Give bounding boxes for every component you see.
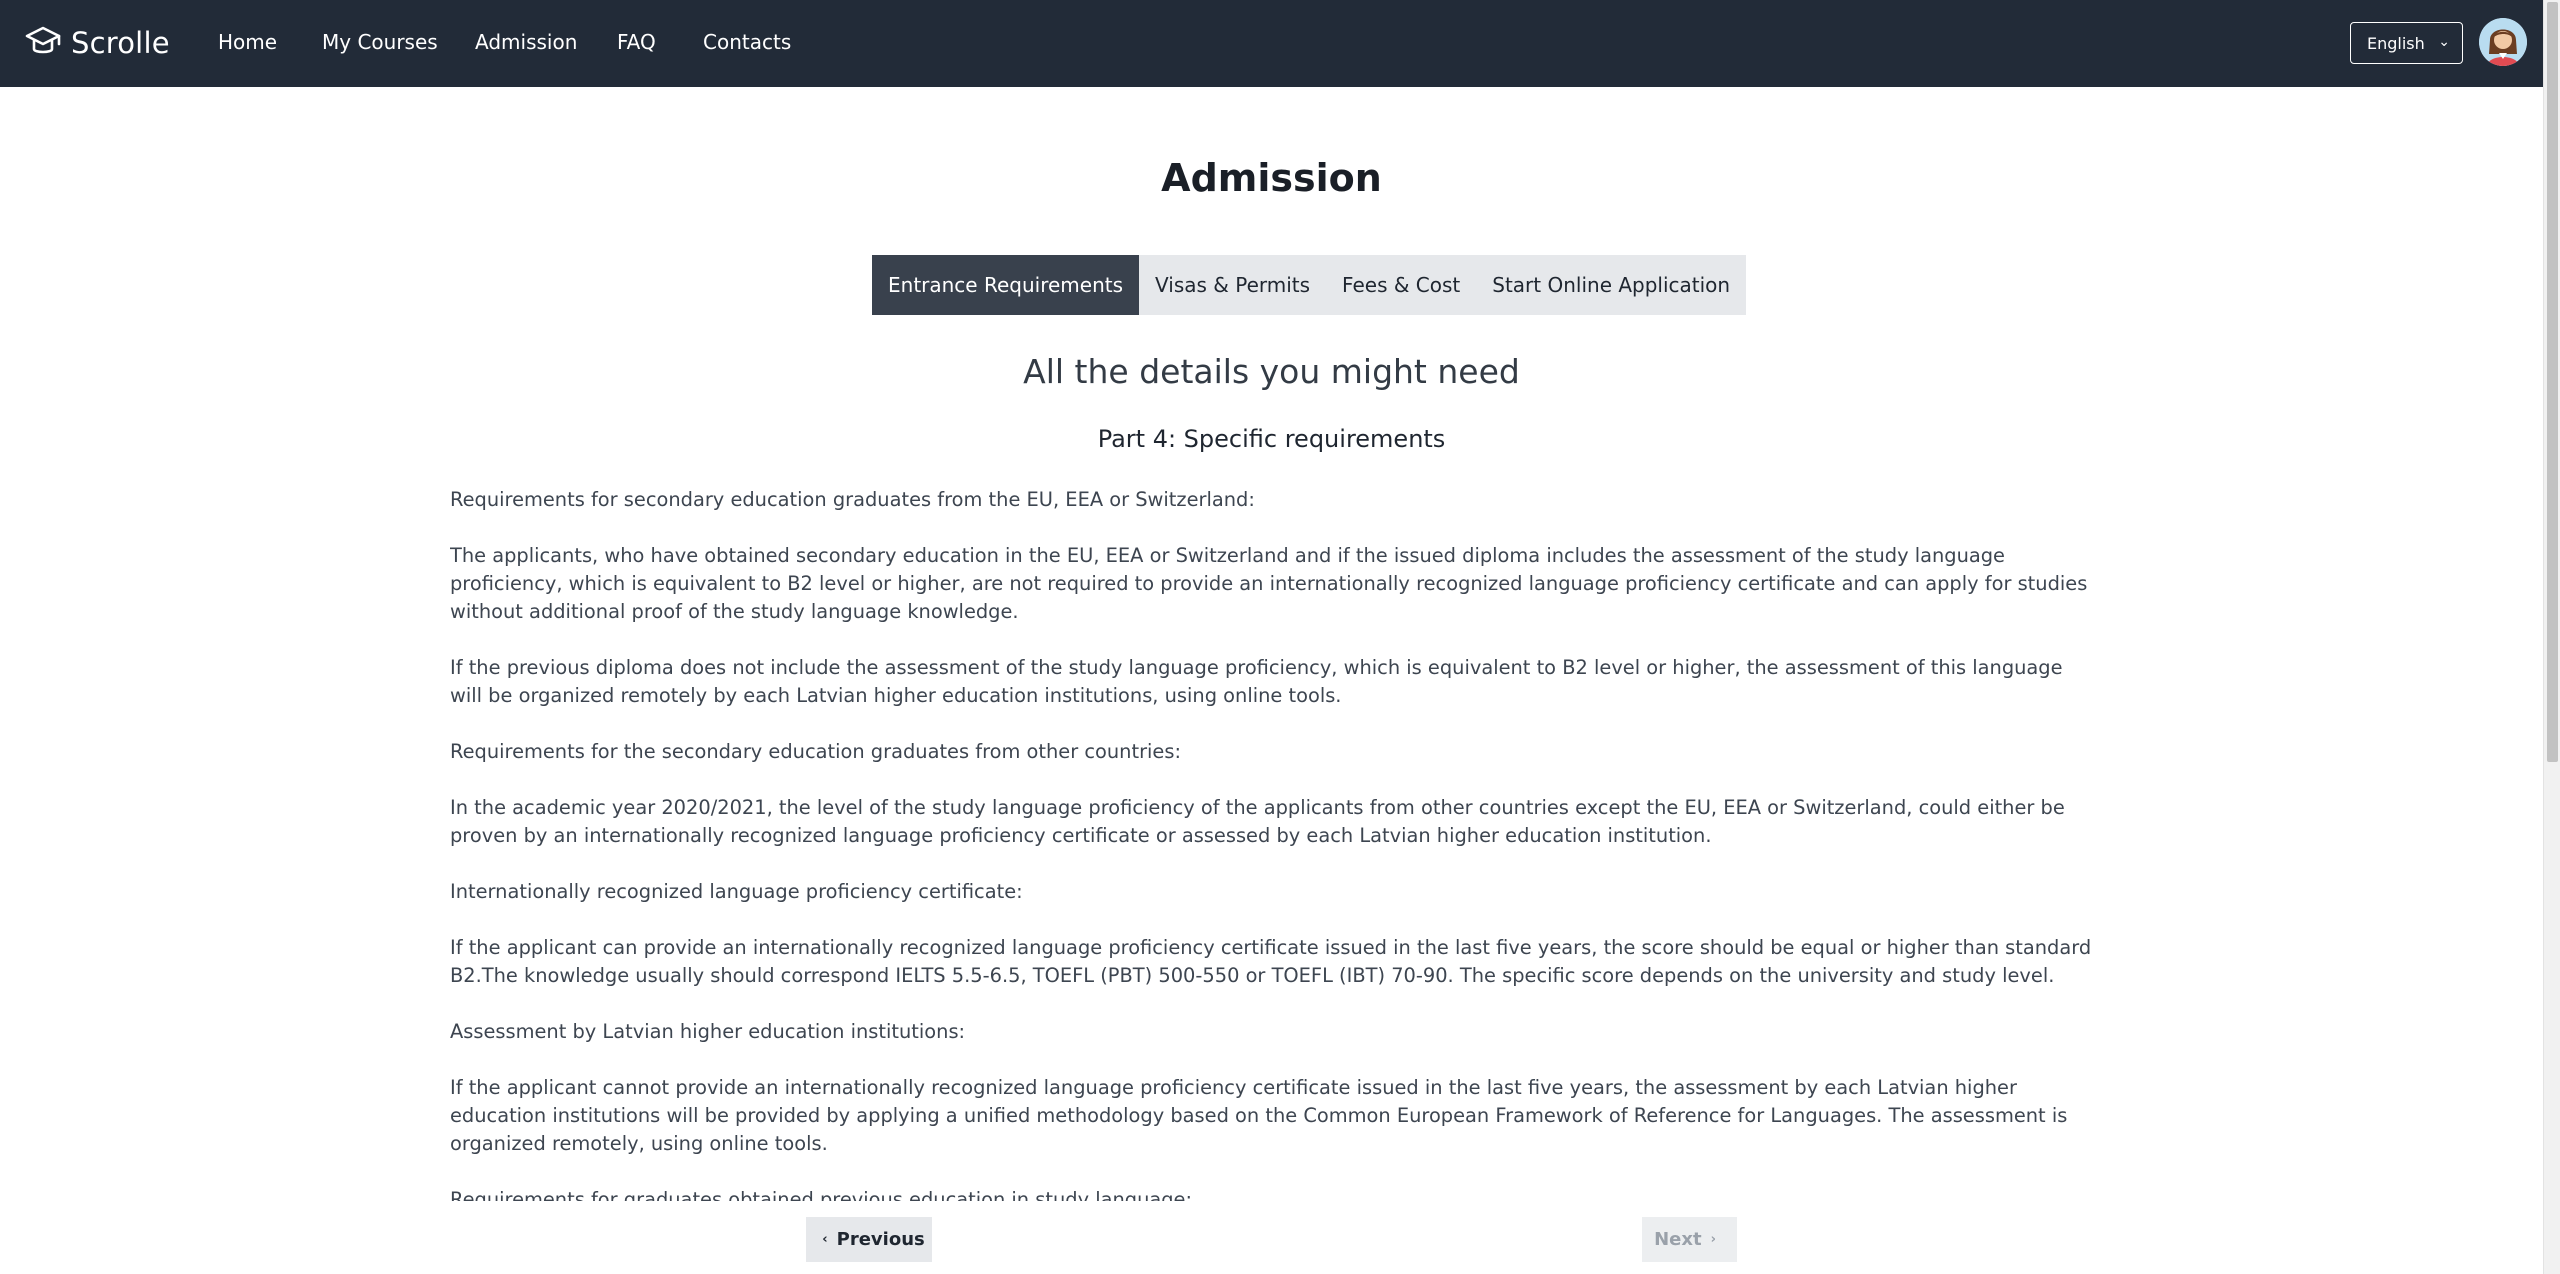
page-title: Admission xyxy=(1161,156,1382,200)
nav-home[interactable]: Home xyxy=(218,30,277,54)
paragraph: Internationally recognized language prof… xyxy=(450,880,1023,903)
user-avatar[interactable] xyxy=(2479,18,2527,66)
paragraph: In the academic year 2020/2021, the leve… xyxy=(450,796,2065,847)
brand-name: Scrolle xyxy=(71,26,170,60)
requirements-content: Requirements for secondary education gra… xyxy=(450,486,2095,1201)
section-subtitle: All the details you might need xyxy=(1023,352,1520,391)
next-button[interactable]: Next › xyxy=(1642,1217,1737,1262)
brand-logo[interactable]: Scrolle xyxy=(24,22,170,64)
paragraph: Requirements for graduates obtained prev… xyxy=(450,1188,1193,1201)
chevron-right-icon: › xyxy=(1710,1232,1716,1247)
nav-admission[interactable]: Admission xyxy=(475,30,577,54)
previous-label: Previous xyxy=(836,1229,925,1250)
previous-button[interactable]: ‹ Previous xyxy=(806,1217,932,1262)
tab-start-online-application[interactable]: Start Online Application xyxy=(1476,255,1746,315)
graduation-cap-icon xyxy=(24,22,62,64)
paragraph: Requirements for the secondary education… xyxy=(450,740,1181,763)
page-scrollbar[interactable] xyxy=(2543,0,2560,1274)
next-label: Next xyxy=(1654,1229,1702,1250)
nav-faq[interactable]: FAQ xyxy=(617,30,656,54)
language-select[interactable]: English ⌄ xyxy=(2350,22,2463,64)
paragraph: If the applicant cannot provide an inter… xyxy=(450,1076,2068,1155)
admission-tabs: Entrance Requirements Visas & Permits Fe… xyxy=(872,255,1747,315)
paragraph: Assessment by Latvian higher education i… xyxy=(450,1020,966,1043)
part-title: Part 4: Specific requirements xyxy=(1097,425,1446,453)
chevron-down-icon: ⌄ xyxy=(2438,34,2450,50)
paragraph: The applicants, who have obtained second… xyxy=(450,544,2088,623)
paragraph: If the previous diploma does not include… xyxy=(450,656,2063,707)
top-navigation-bar: Scrolle Home My Courses Admission FAQ Co… xyxy=(0,0,2543,87)
language-value: English xyxy=(2367,33,2425,53)
tab-visas-permits[interactable]: Visas & Permits xyxy=(1139,255,1326,315)
tab-entrance-requirements[interactable]: Entrance Requirements xyxy=(872,255,1140,315)
nav-contacts[interactable]: Contacts xyxy=(703,30,791,54)
paragraph: If the applicant can provide an internat… xyxy=(450,936,2092,987)
chevron-left-icon: ‹ xyxy=(822,1232,828,1247)
paragraph: Requirements for secondary education gra… xyxy=(450,488,1255,511)
scrollbar-thumb[interactable] xyxy=(2547,2,2558,762)
tab-fees-cost[interactable]: Fees & Cost xyxy=(1326,255,1476,315)
nav-my-courses[interactable]: My Courses xyxy=(322,30,438,54)
